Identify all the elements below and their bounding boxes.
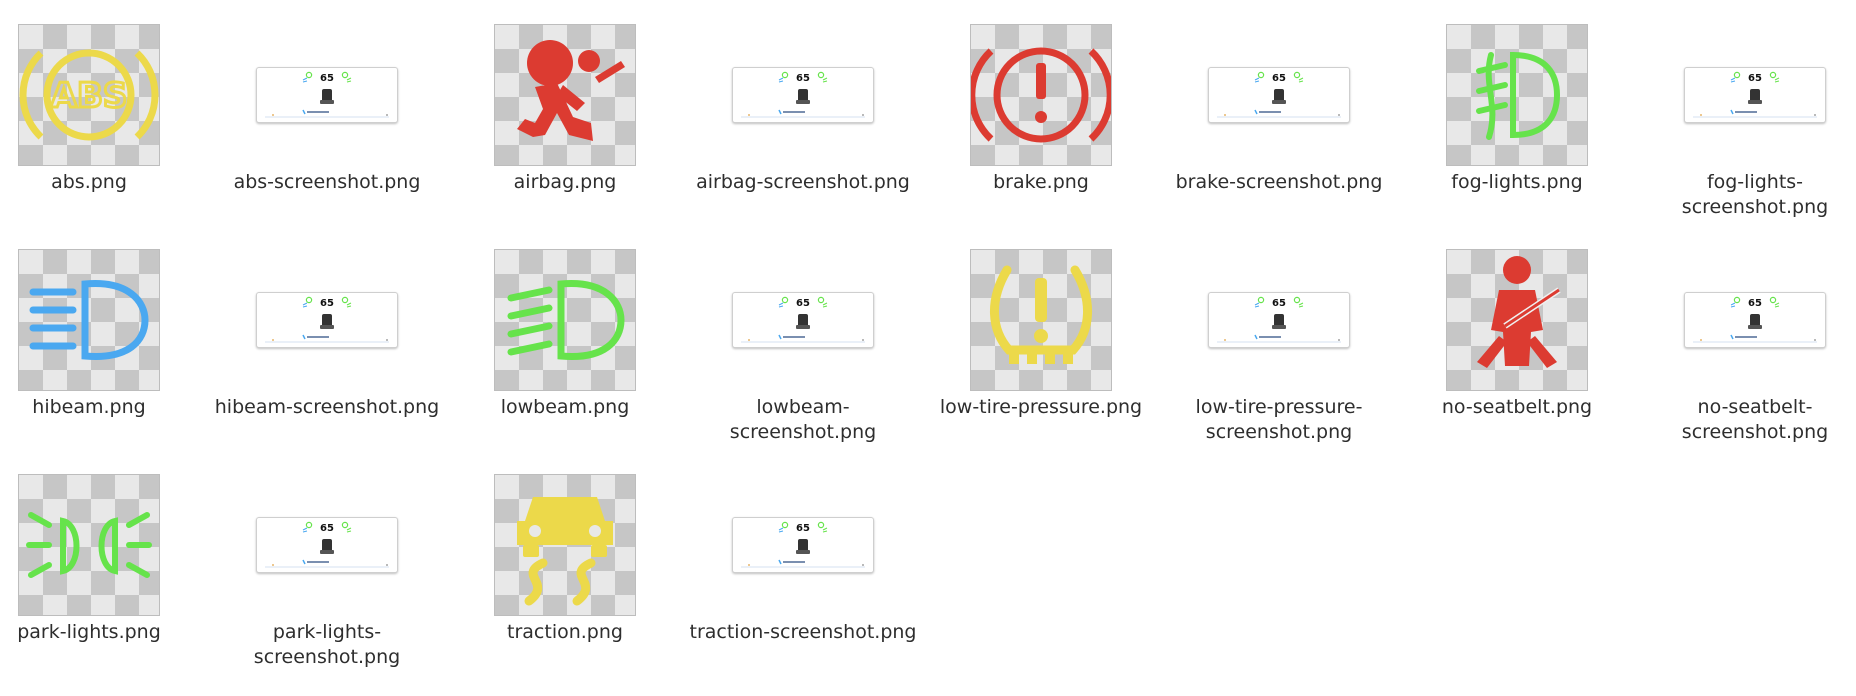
screenshot-thumbnail: 65 xyxy=(256,292,398,348)
seatbelt-warning-icon xyxy=(1446,249,1588,391)
file-name: airbag.png xyxy=(513,171,617,193)
file-name: airbag-screenshot.png xyxy=(696,171,910,193)
speed-readout: 65 xyxy=(1748,73,1762,84)
file-item-traction-screenshot[interactable]: 65 traction-screenshot.png xyxy=(684,472,922,645)
file-name: abs-screenshot.png xyxy=(233,171,421,193)
file-name: park-lights-screenshot.png xyxy=(253,621,401,668)
file-item-airbag[interactable]: airbag.png xyxy=(446,22,684,195)
file-name: low-tire-pressure.png xyxy=(939,396,1143,418)
svg-text:ABS: ABS xyxy=(51,76,128,116)
file-name: lowbeam.png xyxy=(500,396,630,418)
file-item-brake[interactable]: brake.png xyxy=(922,22,1160,195)
file-item-park-lights-screenshot[interactable]: 65 park-lights-screenshot.png xyxy=(208,472,446,670)
file-item-abs[interactable]: ABS abs.png xyxy=(0,22,208,195)
screenshot-thumbnail: 65 xyxy=(732,292,874,348)
low-beam-icon xyxy=(494,249,636,391)
speed-readout: 65 xyxy=(320,73,334,84)
speed-readout: 65 xyxy=(320,298,334,309)
screenshot-thumbnail: 65 xyxy=(256,517,398,573)
file-item-no-seatbelt-screenshot[interactable]: 65 no-seatbelt-screenshot.png xyxy=(1636,247,1856,445)
file-grid: ABS abs.png 65 abs-screenshot.png airbag… xyxy=(0,0,1856,696)
file-item-fog-lights-screenshot[interactable]: 65 fog-lights-screenshot.png xyxy=(1636,22,1856,220)
file-item-low-tire-pressure[interactable]: low-tire-pressure.png xyxy=(922,247,1160,420)
file-item-lowbeam[interactable]: lowbeam.png xyxy=(446,247,684,420)
file-name: lowbeam-screenshot.png xyxy=(729,396,877,443)
speed-readout: 65 xyxy=(796,298,810,309)
file-item-low-tire-pressure-screenshot[interactable]: 65 low-tire-pressure-screenshot.png xyxy=(1160,247,1398,445)
file-item-brake-screenshot[interactable]: 65 brake-screenshot.png xyxy=(1160,22,1398,195)
tire-pressure-icon xyxy=(970,249,1112,391)
file-item-no-seatbelt[interactable]: no-seatbelt.png xyxy=(1398,247,1636,420)
high-beam-icon xyxy=(18,249,160,391)
screenshot-thumbnail: 65 xyxy=(1208,292,1350,348)
file-item-traction[interactable]: traction.png xyxy=(446,472,684,645)
file-item-lowbeam-screenshot[interactable]: 65 lowbeam-screenshot.png xyxy=(684,247,922,445)
file-item-hibeam-screenshot[interactable]: 65 hibeam-screenshot.png xyxy=(208,247,446,420)
screenshot-thumbnail: 65 xyxy=(1684,292,1826,348)
file-name: hibeam.png xyxy=(32,396,146,418)
file-name: park-lights.png xyxy=(17,621,161,643)
speed-readout: 65 xyxy=(1748,298,1762,309)
file-item-fog-lights[interactable]: fog-lights.png xyxy=(1398,22,1636,195)
airbag-warning-icon xyxy=(494,24,636,166)
fog-lights-icon xyxy=(1446,24,1588,166)
file-item-abs-screenshot[interactable]: 65 abs-screenshot.png xyxy=(208,22,446,195)
file-name: traction-screenshot.png xyxy=(689,621,917,643)
file-item-hibeam[interactable]: hibeam.png xyxy=(0,247,208,420)
file-item-park-lights[interactable]: park-lights.png xyxy=(0,472,208,645)
file-name: fog-lights-screenshot.png xyxy=(1681,171,1829,218)
file-item-airbag-screenshot[interactable]: 65 airbag-screenshot.png xyxy=(684,22,922,195)
screenshot-thumbnail: 65 xyxy=(1208,67,1350,123)
park-lights-icon xyxy=(18,474,160,616)
speed-readout: 65 xyxy=(1272,73,1286,84)
brake-warning-icon xyxy=(970,24,1112,166)
file-name: hibeam-screenshot.png xyxy=(214,396,440,418)
abs-warning-icon: ABS xyxy=(18,24,160,166)
file-name: no-seatbelt-screenshot.png xyxy=(1681,396,1829,443)
speed-readout: 65 xyxy=(796,73,810,84)
file-name: traction.png xyxy=(507,621,623,643)
screenshot-thumbnail: 65 xyxy=(732,67,874,123)
file-name: brake-screenshot.png xyxy=(1175,171,1383,193)
file-name: low-tire-pressure-screenshot.png xyxy=(1195,396,1363,443)
file-name: brake.png xyxy=(993,171,1089,193)
file-name: abs.png xyxy=(51,171,127,193)
screenshot-thumbnail: 65 xyxy=(732,517,874,573)
file-name: fog-lights.png xyxy=(1451,171,1583,193)
speed-readout: 65 xyxy=(1272,298,1286,309)
speed-readout: 65 xyxy=(320,523,334,534)
screenshot-thumbnail: 65 xyxy=(1684,67,1826,123)
speed-readout: 65 xyxy=(796,523,810,534)
traction-control-icon xyxy=(494,474,636,616)
file-name: no-seatbelt.png xyxy=(1441,396,1593,418)
screenshot-thumbnail: 65 xyxy=(256,67,398,123)
